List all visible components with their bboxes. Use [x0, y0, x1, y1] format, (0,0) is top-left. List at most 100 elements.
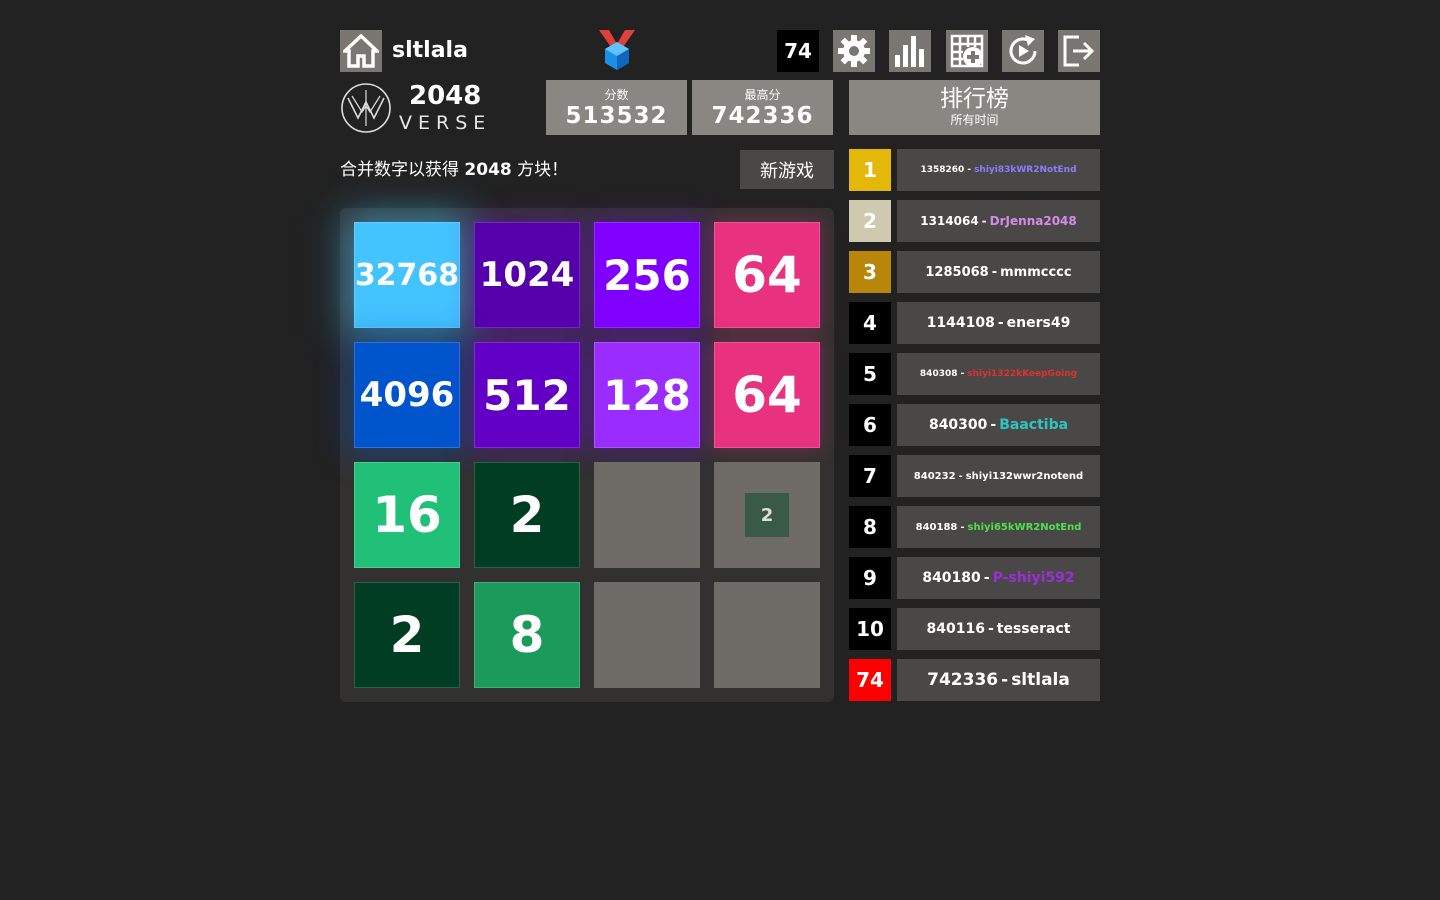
leaderboard-separator: - — [967, 165, 972, 175]
leaderboard-entry[interactable]: 1285068- mmmcccc — [897, 251, 1100, 293]
leaderboard-row: 10 840116- tesseract — [849, 608, 1100, 650]
tile-64: 64 — [714, 222, 820, 328]
settings-button[interactable] — [833, 30, 875, 72]
leaderboard-row: 6 840300- Baactiba — [849, 404, 1100, 446]
empty-cell — [594, 582, 700, 688]
leaderboard-entry[interactable]: 1358260- shiyi83kWR2NotEnd — [897, 149, 1100, 191]
leaderboard-separator: - — [987, 621, 994, 637]
leaderboard-player-name: eners49 — [1006, 315, 1071, 331]
leaderboard-separator: - — [997, 315, 1004, 331]
best-score-box: 最高分 742336 — [692, 80, 833, 135]
leaderboard-row: 8 840188- shiyi65kWR2NotEnd — [849, 506, 1100, 548]
leaderboard-header[interactable]: 排行榜 所有时间 — [849, 80, 1100, 135]
replay-button[interactable] — [1002, 30, 1044, 72]
leaderboard-rank: 8 — [849, 506, 891, 548]
leaderboard-player-name: mmmcccc — [1000, 264, 1072, 280]
new-game-button[interactable]: 新游戏 — [740, 150, 834, 189]
leaderboard-score: 1144108 — [926, 315, 995, 331]
leaderboard-score: 840180 — [922, 570, 981, 586]
leaderboard-row: 9 840180- P-shiyi592 — [849, 557, 1100, 599]
tile-2: 2 — [354, 582, 460, 688]
leaderboard-separator: - — [991, 264, 998, 280]
new-board-button[interactable] — [946, 30, 988, 72]
player-rank-badge: 74 — [777, 30, 819, 72]
leaderboard-entry[interactable]: 840180- P-shiyi592 — [897, 557, 1100, 599]
leaderboard-rank: 1 — [849, 149, 891, 191]
leaderboard-score: 840188 — [915, 521, 958, 533]
leaderboard-rank: 4 — [849, 302, 891, 344]
leaderboard-rank: 7 — [849, 455, 891, 497]
home-icon — [343, 34, 379, 68]
tile-2: 2 — [474, 462, 580, 568]
username[interactable]: sltlala — [392, 36, 468, 66]
leaderboard-player-name: P-shiyi592 — [992, 570, 1075, 586]
tile-32768: 32768 — [354, 222, 460, 328]
leaderboard-entry[interactable]: 840232- shiyi132wwr2notend — [897, 455, 1100, 497]
leaderboard-entry[interactable]: 742336- sltlala — [897, 659, 1100, 701]
logo-icon — [341, 83, 391, 133]
empty-cell — [714, 582, 820, 688]
leaderboard-score: 1358260 — [920, 165, 965, 175]
instructions-prefix: 合并数字以获得 — [340, 160, 459, 180]
leaderboard-score: 840232 — [913, 470, 956, 482]
leaderboard-player-name: DrJenna2048 — [989, 214, 1077, 228]
leaderboard-entry[interactable]: 840116- tesseract — [897, 608, 1100, 650]
leaderboard-player-name: tesseract — [996, 621, 1071, 637]
stats-button[interactable] — [889, 30, 931, 72]
leaderboard-title: 排行榜 — [940, 86, 1009, 112]
leaderboard-score: 840308 — [919, 369, 958, 379]
leaderboard-row: 3 1285068- mmmcccc — [849, 251, 1100, 293]
instructions-target: 2048 — [464, 160, 512, 180]
best-score-label: 最高分 — [744, 88, 781, 102]
home-button[interactable] — [340, 30, 382, 72]
spawning-cell: 2 — [714, 462, 820, 568]
instructions-suffix: 方块！ — [517, 160, 569, 180]
leaderboard-player-name: shiyi132wwr2notend — [965, 470, 1084, 482]
leaderboard-separator: - — [960, 521, 965, 533]
leaderboard-player-name: Baactiba — [999, 417, 1069, 433]
leaderboard-separator: - — [960, 369, 965, 379]
leaderboard-rank: 3 — [849, 251, 891, 293]
leaderboard-rank: 74 — [849, 659, 891, 701]
logo-subtitle: VERSE — [399, 112, 492, 134]
leaderboard-entry[interactable]: 1144108- eners49 — [897, 302, 1100, 344]
leaderboard-entry[interactable]: 840308- shiyi1322kKeepGoing — [897, 353, 1100, 395]
leaderboard-row: 4 1144108- eners49 — [849, 302, 1100, 344]
logout-button[interactable] — [1058, 30, 1100, 72]
leaderboard-separator: - — [1001, 670, 1009, 690]
leaderboard-rank: 2 — [849, 200, 891, 242]
tile-128: 128 — [594, 342, 700, 448]
leaderboard-row: 2 1314064- DrJenna2048 — [849, 200, 1100, 242]
best-score-value: 742336 — [711, 103, 814, 129]
tile-64: 64 — [714, 342, 820, 448]
add-grid-icon — [950, 34, 984, 68]
leaderboard-separator: - — [981, 214, 987, 228]
leaderboard-entry[interactable]: 840188- shiyi65kWR2NotEnd — [897, 506, 1100, 548]
medal-icon — [599, 30, 635, 70]
leaderboard-entry[interactable]: 1314064- DrJenna2048 — [897, 200, 1100, 242]
score-value: 513532 — [565, 103, 668, 129]
leaderboard-separator: - — [958, 470, 963, 482]
leaderboard-rank: 10 — [849, 608, 891, 650]
leaderboard-score: 742336 — [927, 670, 999, 690]
leaderboard-score: 840300 — [928, 417, 988, 433]
leaderboard-player-name: sltlala — [1011, 670, 1070, 690]
leaderboard-row: 7 840232- shiyi132wwr2notend — [849, 455, 1100, 497]
leaderboard-player-name: shiyi65kWR2NotEnd — [967, 521, 1082, 533]
leaderboard-score: 1314064 — [920, 214, 979, 228]
replay-icon — [1009, 35, 1037, 65]
leaderboard-subtitle: 所有时间 — [950, 113, 999, 127]
leaderboard-rank: 5 — [849, 353, 891, 395]
leaderboard-score: 840116 — [926, 621, 985, 637]
leaderboard-separator: - — [990, 417, 997, 433]
score-box: 分数 513532 — [546, 80, 687, 135]
leaderboard-separator: - — [983, 570, 990, 586]
tile-4096: 4096 — [354, 342, 460, 448]
leaderboard-entry[interactable]: 840300- Baactiba — [897, 404, 1100, 446]
tile-256: 256 — [594, 222, 700, 328]
tile-new: 2 — [745, 493, 789, 537]
leaderboard-row: 1 1358260- shiyi83kWR2NotEnd — [849, 149, 1100, 191]
logout-icon — [1063, 35, 1095, 67]
game-board[interactable]: 32768 1024 256 64 4096 512 128 64 16 2 2 2 8 — [340, 208, 834, 702]
leaderboard-rank: 9 — [849, 557, 891, 599]
